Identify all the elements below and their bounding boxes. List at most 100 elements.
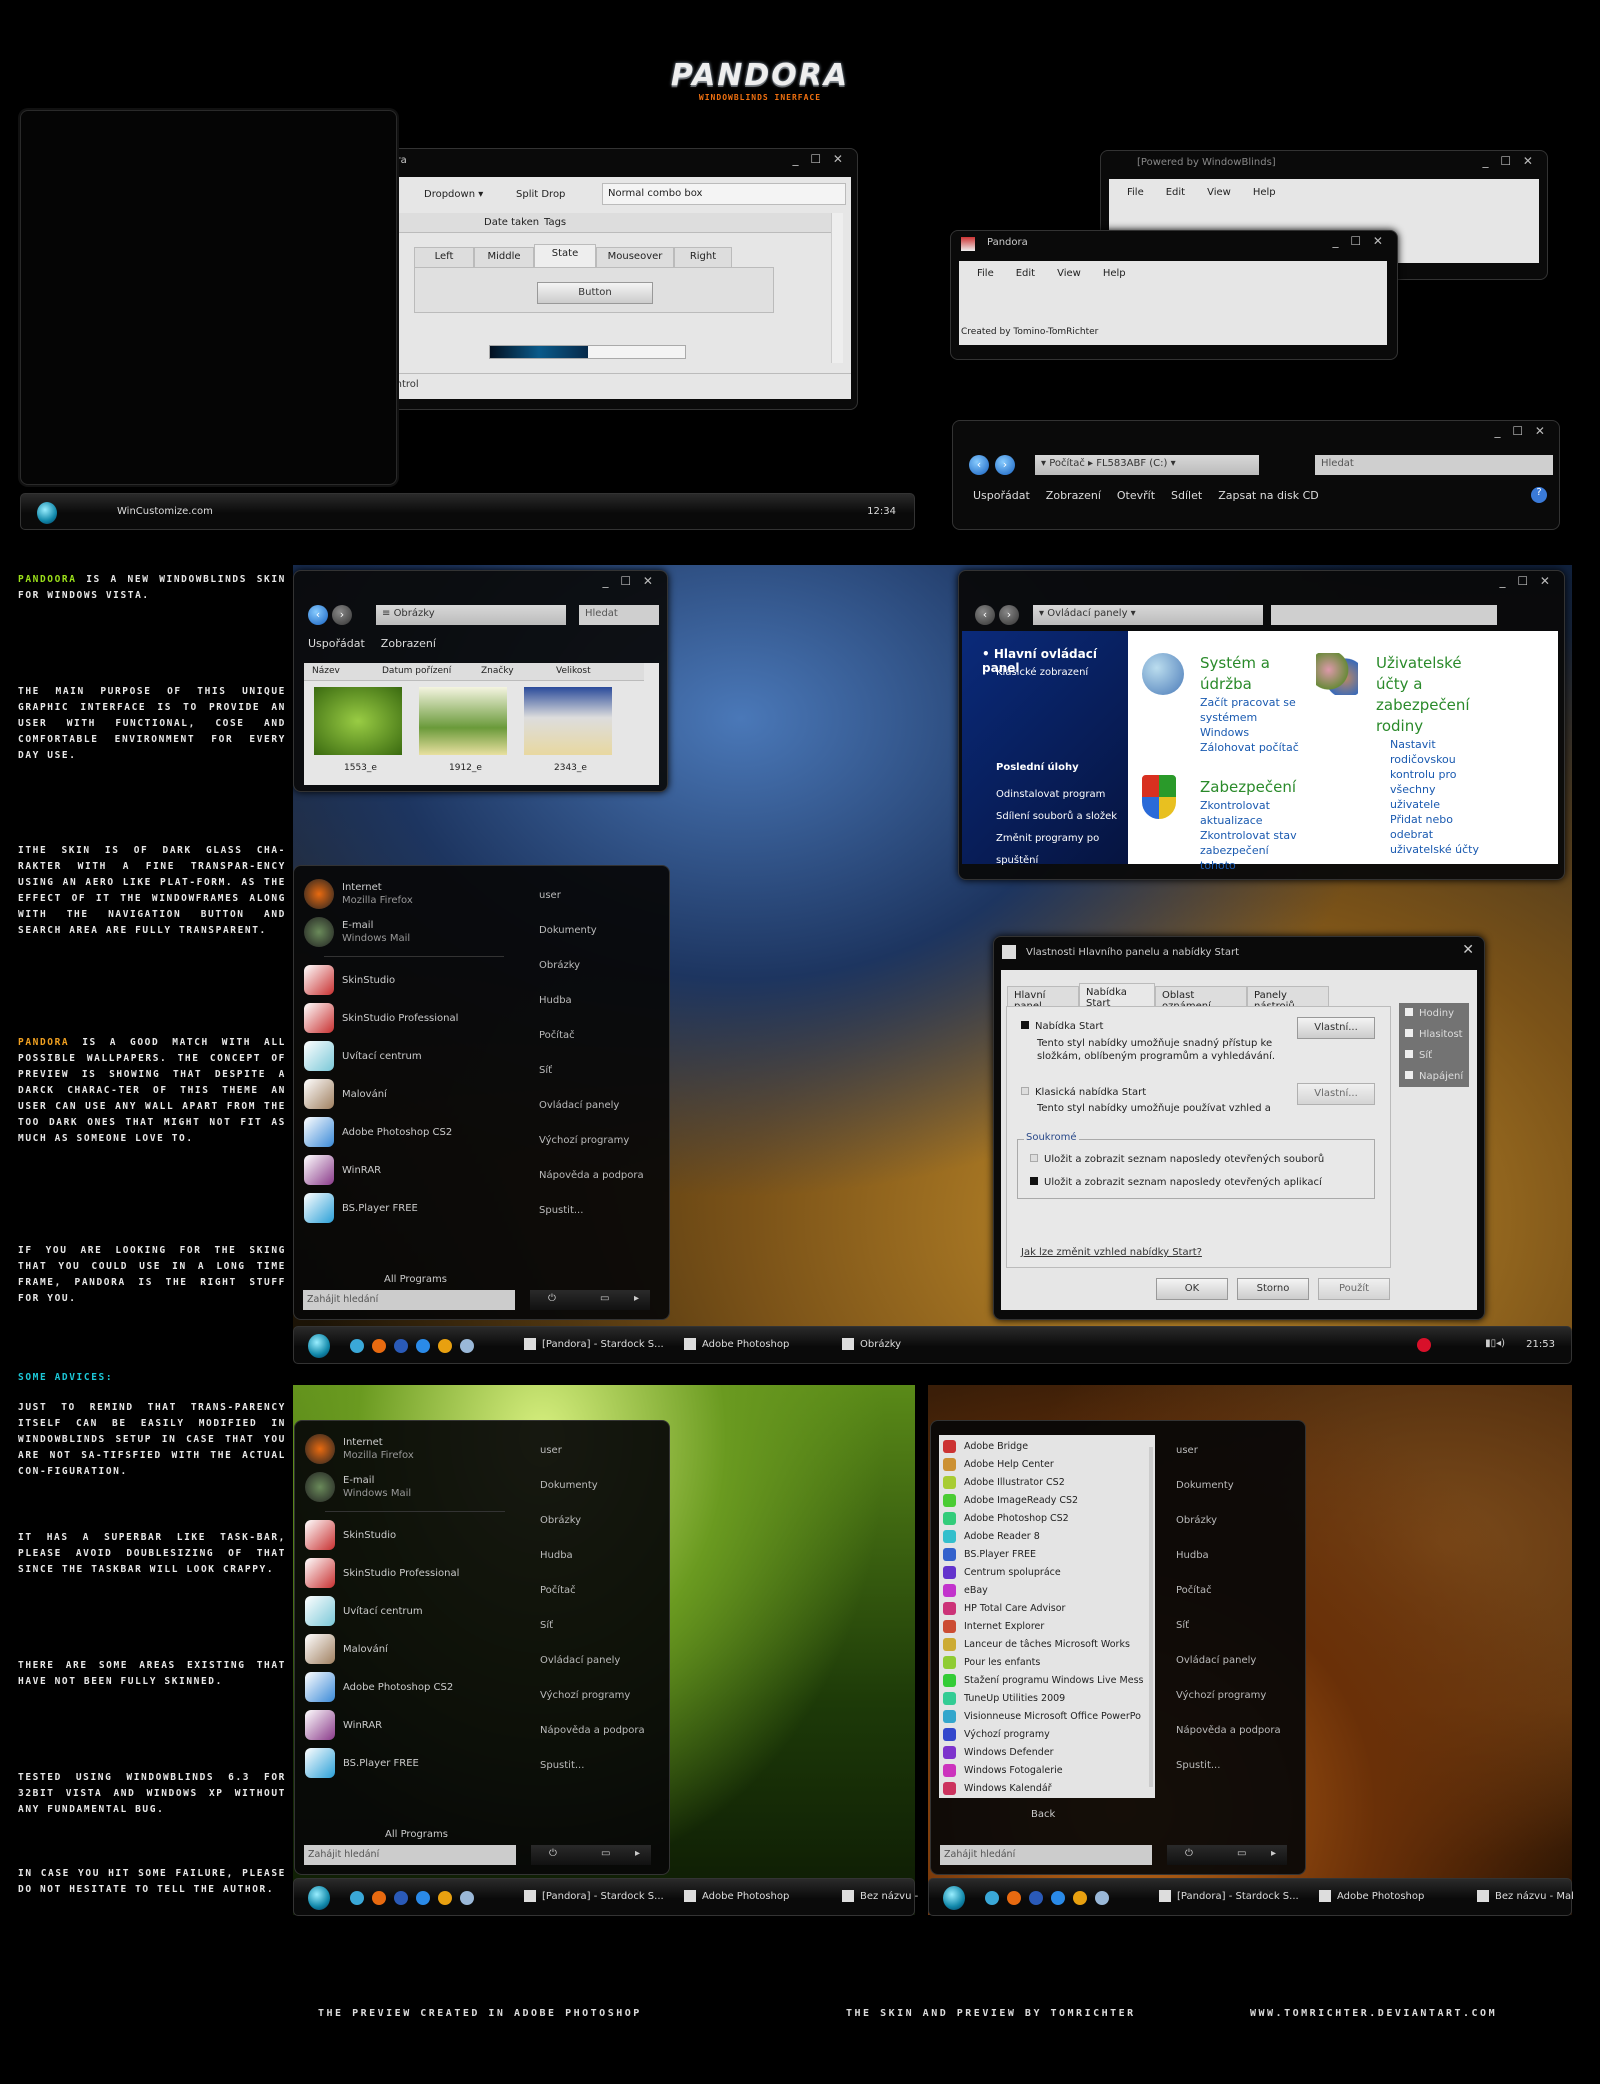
start-menu-link[interactable]: Nápověda a podpora — [1176, 1725, 1281, 1736]
clock[interactable]: 12:34 — [867, 506, 896, 517]
ie-icon[interactable] — [416, 1339, 430, 1353]
window-controls[interactable]: _ ☐ ✕ — [603, 574, 657, 588]
classic-view-link[interactable]: Klasické zobrazení — [996, 667, 1088, 678]
recent-task[interactable]: Změnit programy po spuštění — [996, 828, 1128, 872]
program-item[interactable]: Adobe Illustrator CS2 — [943, 1473, 1065, 1491]
program-item[interactable]: TuneUp Utilities 2009 — [943, 1689, 1065, 1707]
media-player-icon[interactable] — [438, 1339, 452, 1353]
cancel-button[interactable]: Storno — [1237, 1278, 1309, 1300]
program-item[interactable]: BS.Player FREE — [305, 1745, 419, 1781]
menu-file[interactable]: File — [1127, 187, 1144, 198]
start-orb[interactable] — [943, 1886, 965, 1910]
radio-start-menu[interactable]: Nabídka Start — [1021, 1021, 1103, 1032]
program-item[interactable]: Windows Fotogalerie — [943, 1761, 1063, 1779]
demo-button[interactable]: Button — [537, 282, 653, 304]
start-menu-link[interactable]: user — [1176, 1445, 1198, 1456]
arrow-icon[interactable]: ▸ — [1271, 1848, 1276, 1859]
ok-button[interactable]: OK — [1156, 1278, 1228, 1300]
start-menu-link[interactable]: Obrázky — [539, 960, 580, 971]
start-menu-link[interactable]: Nápověda a podpora — [540, 1725, 645, 1736]
program-item[interactable]: Visionneuse Microsoft Office PowerPo — [943, 1707, 1141, 1725]
address-bar[interactable]: ≡ Obrázky — [376, 605, 566, 625]
pinned-item[interactable]: Internet Mozilla Firefox — [304, 876, 413, 912]
apply-button[interactable]: Použít — [1318, 1278, 1390, 1300]
start-menu-link[interactable]: Síť — [539, 1065, 552, 1076]
start-menu-link[interactable]: Ovládací panely — [1176, 1655, 1256, 1666]
start-menu-link[interactable]: Síť — [540, 1620, 553, 1631]
search-input[interactable]: Hledat — [1315, 455, 1553, 475]
taskbar-button[interactable]: [Pandora] - Stardock S... — [524, 1890, 664, 1902]
start-menu-link[interactable]: Obrázky — [1176, 1515, 1217, 1526]
forward-button[interactable]: › — [995, 455, 1015, 475]
recent-task[interactable]: Odinstalovat program — [996, 784, 1128, 806]
help-link[interactable]: Jak lze změnit vzhled nabídky Start? — [1021, 1247, 1202, 1258]
pinned-item[interactable]: E-mail Windows Mail — [305, 1469, 411, 1505]
explorer-icon[interactable] — [1029, 1891, 1043, 1905]
arrow-icon[interactable]: ▸ — [634, 1293, 639, 1304]
explorer-icon[interactable] — [394, 1891, 408, 1905]
tray-app-icon[interactable] — [1417, 1338, 1431, 1352]
help-icon[interactable]: ? — [1531, 487, 1547, 503]
tray-volume-option[interactable]: Hlasitost — [1405, 1024, 1463, 1045]
start-menu-link[interactable]: Dokumenty — [539, 925, 597, 936]
program-item[interactable]: SkinStudio — [304, 962, 395, 998]
pinned-item[interactable]: E-mail Windows Mail — [304, 914, 410, 950]
views-button[interactable]: Zobrazení — [381, 637, 436, 650]
tab-middle[interactable]: Middle — [474, 247, 534, 267]
window-controls[interactable]: _ ☐ ✕ — [1483, 154, 1537, 168]
program-item[interactable]: Adobe Photoshop CS2 — [305, 1669, 453, 1705]
explorer-icon[interactable] — [394, 1339, 408, 1353]
start-menu-link[interactable]: Síť — [1176, 1620, 1189, 1631]
dialog-tab[interactable]: Panely nástrojů — [1247, 986, 1329, 1012]
window-controls[interactable]: _ ☐ ✕ — [1495, 424, 1549, 438]
start-menu-link[interactable]: user — [540, 1445, 562, 1456]
program-item[interactable]: HP Total Care Advisor — [943, 1599, 1065, 1617]
back-button[interactable]: Back — [1031, 1809, 1055, 1820]
program-item[interactable]: Uvítací centrum — [304, 1038, 422, 1074]
program-item[interactable]: Adobe Bridge — [943, 1437, 1028, 1455]
footer-url[interactable]: WWW.TOMRICHTER.DEVIANTART.COM — [1250, 2008, 1497, 2019]
firefox-icon[interactable] — [372, 1339, 386, 1353]
quick-launch-icon[interactable] — [350, 1339, 364, 1353]
program-item[interactable]: SkinStudio Professional — [305, 1555, 459, 1591]
program-item[interactable]: Adobe Reader 8 — [943, 1527, 1040, 1545]
dropdown-button[interactable]: Dropdown ▾ — [424, 189, 483, 200]
col-date[interactable]: Datum pořízení — [382, 666, 451, 676]
start-menu-link[interactable]: Ovládací panely — [540, 1655, 620, 1666]
program-item[interactable]: Lanceur de tâches Microsoft Works — [943, 1635, 1130, 1653]
media-player-icon[interactable] — [438, 1891, 452, 1905]
power-icon[interactable]: ⏻ — [1185, 1848, 1193, 1859]
split-drop-button[interactable]: Split Drop — [516, 189, 565, 200]
firefox-icon[interactable] — [372, 1891, 386, 1905]
dialog-tab[interactable]: Oblast oznámení — [1155, 986, 1247, 1012]
start-menu-link[interactable]: user — [539, 890, 561, 901]
program-item[interactable]: Adobe Photoshop CS2 — [304, 1114, 452, 1150]
start-menu-link[interactable]: Spustit... — [1176, 1760, 1220, 1771]
taskbar-button[interactable]: Adobe Photoshop — [684, 1890, 789, 1902]
start-menu-link[interactable]: Nápověda a podpora — [539, 1170, 644, 1181]
views-button[interactable]: Zobrazení — [1046, 489, 1101, 502]
program-item[interactable]: Uvítací centrum — [305, 1593, 423, 1629]
pinned-item[interactable]: Internet Mozilla Firefox — [305, 1431, 414, 1467]
program-item[interactable]: Adobe Help Center — [943, 1455, 1054, 1473]
forward-button[interactable]: › — [999, 605, 1019, 625]
address-bar[interactable]: ▾ Počítač ▸ FL583ABF (C:) ▾ — [1035, 455, 1259, 475]
program-item[interactable]: Pour les enfants — [943, 1653, 1040, 1671]
dialog-tab[interactable]: Nabídka Start — [1079, 983, 1155, 1009]
start-menu-link[interactable]: Výchozí programy — [539, 1135, 629, 1146]
taskbar-button[interactable]: Adobe Photoshop — [684, 1338, 789, 1350]
tab-right[interactable]: Right — [674, 247, 732, 267]
program-item[interactable]: Výchozí programy — [943, 1725, 1050, 1743]
open-button[interactable]: Otevřít — [1117, 489, 1155, 502]
search-input[interactable] — [1271, 605, 1497, 625]
program-item[interactable]: Adobe Photoshop CS2 — [943, 1509, 1069, 1527]
arrow-icon[interactable]: ▸ — [635, 1848, 640, 1859]
start-menu-link[interactable]: Spustit... — [539, 1205, 583, 1216]
program-item[interactable]: BS.Player FREE — [943, 1545, 1036, 1563]
recent-task[interactable]: Sdílení souborů a složek — [996, 806, 1128, 828]
col-date-taken[interactable]: Date taken — [484, 217, 539, 228]
power-icon[interactable]: ⏻ — [549, 1848, 557, 1859]
menu-view[interactable]: View — [1057, 268, 1081, 279]
start-orb[interactable] — [37, 502, 57, 524]
program-item[interactable]: WinRAR — [305, 1707, 382, 1743]
